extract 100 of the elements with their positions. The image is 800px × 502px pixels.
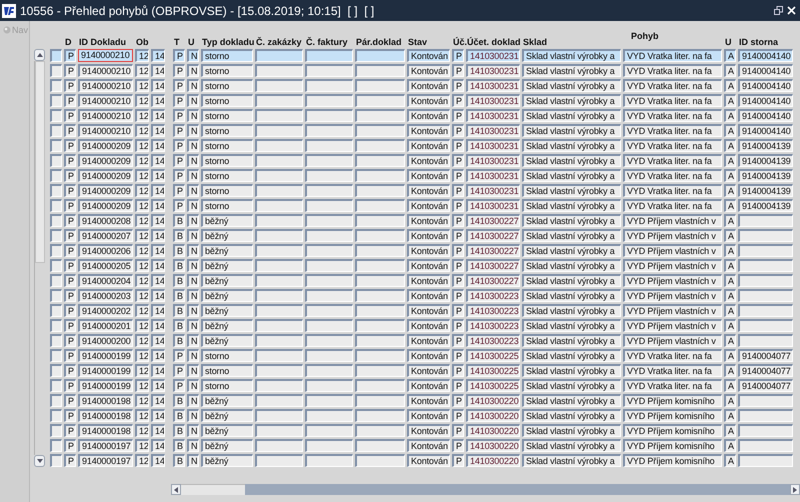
- table-cell[interactable]: N: [187, 184, 199, 197]
- table-cell[interactable]: A: [724, 319, 736, 332]
- table-cell[interactable]: [50, 184, 62, 197]
- table-cell[interactable]: P: [452, 424, 464, 437]
- table-cell[interactable]: [305, 334, 353, 347]
- table-cell[interactable]: 1410300231: [466, 79, 520, 92]
- table-cell[interactable]: 14: [151, 214, 165, 227]
- table-cell[interactable]: P: [452, 199, 464, 212]
- table-cell[interactable]: 1410300231: [466, 154, 520, 167]
- table-cell[interactable]: [305, 124, 353, 137]
- table-cell[interactable]: [50, 289, 62, 302]
- table-cell[interactable]: [355, 139, 405, 152]
- table-cell[interactable]: Sklad vlastní výrobky a: [522, 394, 621, 407]
- table-cell[interactable]: A: [724, 109, 736, 122]
- table-cell[interactable]: P: [64, 439, 76, 452]
- table-cell[interactable]: P: [452, 154, 464, 167]
- close-icon[interactable]: [787, 6, 796, 15]
- table-cell[interactable]: 1410300225: [466, 379, 520, 392]
- table-cell[interactable]: 12: [135, 349, 149, 362]
- table-cell[interactable]: [355, 64, 405, 77]
- table-cell[interactable]: [50, 64, 62, 77]
- table-cell[interactable]: Kontován: [407, 334, 450, 347]
- table-cell[interactable]: 12: [135, 334, 149, 347]
- table-cell[interactable]: B: [173, 394, 185, 407]
- table-cell[interactable]: 14: [151, 409, 165, 422]
- table-cell[interactable]: P: [452, 184, 464, 197]
- table-cell[interactable]: [50, 379, 62, 392]
- table-cell[interactable]: [355, 229, 405, 242]
- table-cell[interactable]: Kontován: [407, 124, 450, 137]
- table-cell[interactable]: A: [724, 94, 736, 107]
- table-cell[interactable]: P: [452, 334, 464, 347]
- table-cell[interactable]: 9140004140: [738, 49, 793, 62]
- table-cell[interactable]: [255, 124, 303, 137]
- table-cell[interactable]: [305, 349, 353, 362]
- table-cell[interactable]: storno: [201, 349, 253, 362]
- table-cell[interactable]: Sklad vlastní výrobky a: [522, 259, 621, 272]
- table-cell[interactable]: storno: [201, 124, 253, 137]
- table-cell[interactable]: Sklad vlastní výrobky a: [522, 124, 621, 137]
- table-cell[interactable]: P: [173, 154, 185, 167]
- table-cell[interactable]: P: [64, 379, 76, 392]
- table-cell[interactable]: 1410300231: [466, 49, 520, 62]
- table-cell[interactable]: P: [452, 439, 464, 452]
- table-cell[interactable]: [50, 424, 62, 437]
- table-cell[interactable]: [50, 229, 62, 242]
- table-cell[interactable]: P: [64, 244, 76, 257]
- table-cell[interactable]: 12: [135, 439, 149, 452]
- table-cell[interactable]: 9140000209: [78, 184, 133, 197]
- table-cell[interactable]: VYD Vratka liter. na fa: [623, 124, 722, 137]
- table-cell[interactable]: A: [724, 139, 736, 152]
- table-cell[interactable]: 9140000210: [78, 124, 133, 137]
- table-cell[interactable]: storno: [201, 364, 253, 377]
- table-cell[interactable]: Sklad vlastní výrobky a: [522, 304, 621, 317]
- table-cell[interactable]: 12: [135, 289, 149, 302]
- table-cell[interactable]: 14: [151, 349, 165, 362]
- table-cell[interactable]: 12: [135, 199, 149, 212]
- horizontal-scrollbar[interactable]: [171, 484, 800, 495]
- table-cell[interactable]: 9140000209: [78, 139, 133, 152]
- table-cell[interactable]: VYD Příjem komisního: [623, 439, 722, 452]
- table-cell[interactable]: běžný: [201, 214, 253, 227]
- scroll-left-button[interactable]: [171, 484, 181, 495]
- table-cell[interactable]: P: [452, 454, 464, 467]
- table-cell[interactable]: Sklad vlastní výrobky a: [522, 409, 621, 422]
- table-cell[interactable]: Sklad vlastní výrobky a: [522, 214, 621, 227]
- table-cell[interactable]: 9140000209: [78, 169, 133, 182]
- table-cell[interactable]: [255, 64, 303, 77]
- table-cell[interactable]: 14: [151, 394, 165, 407]
- table-cell[interactable]: P: [173, 364, 185, 377]
- table-cell[interactable]: běžný: [201, 229, 253, 242]
- table-cell[interactable]: [355, 184, 405, 197]
- table-cell[interactable]: [355, 244, 405, 257]
- table-cell[interactable]: [355, 214, 405, 227]
- table-cell[interactable]: 14: [151, 304, 165, 317]
- table-cell[interactable]: 9140004140: [738, 94, 793, 107]
- table-cell[interactable]: B: [173, 409, 185, 422]
- table-cell[interactable]: 12: [135, 424, 149, 437]
- table-cell[interactable]: 9140000210: [78, 64, 133, 77]
- table-cell[interactable]: P: [64, 229, 76, 242]
- table-cell[interactable]: běžný: [201, 289, 253, 302]
- table-cell[interactable]: [305, 409, 353, 422]
- table-cell[interactable]: Kontován: [407, 349, 450, 362]
- table-cell[interactable]: [50, 109, 62, 122]
- table-cell[interactable]: 12: [135, 319, 149, 332]
- table-cell[interactable]: 14: [151, 154, 165, 167]
- table-cell[interactable]: A: [724, 364, 736, 377]
- table-cell[interactable]: P: [64, 304, 76, 317]
- table-cell[interactable]: [738, 259, 793, 272]
- table-cell[interactable]: 1410300220: [466, 424, 520, 437]
- table-cell[interactable]: Kontován: [407, 154, 450, 167]
- table-cell[interactable]: 1410300227: [466, 274, 520, 287]
- table-cell[interactable]: [50, 79, 62, 92]
- table-cell[interactable]: 9140000201: [78, 319, 133, 332]
- table-cell[interactable]: Sklad vlastní výrobky a: [522, 289, 621, 302]
- table-cell[interactable]: P: [452, 349, 464, 362]
- table-cell[interactable]: P: [173, 184, 185, 197]
- table-cell[interactable]: B: [173, 274, 185, 287]
- table-cell[interactable]: 9140004139: [738, 154, 793, 167]
- table-cell[interactable]: A: [724, 199, 736, 212]
- table-cell[interactable]: N: [187, 304, 199, 317]
- table-cell[interactable]: [305, 184, 353, 197]
- table-cell[interactable]: Sklad vlastní výrobky a: [522, 349, 621, 362]
